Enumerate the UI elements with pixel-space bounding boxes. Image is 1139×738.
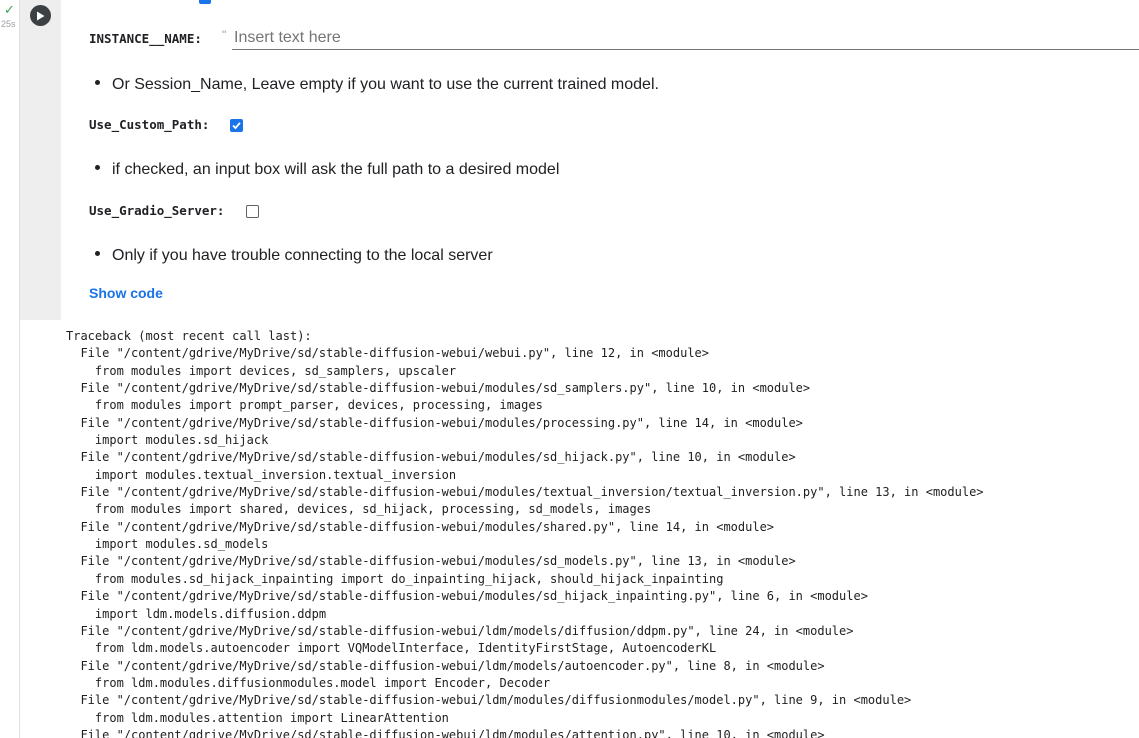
gradio-server-hint: Only if you have trouble connecting to t… xyxy=(95,247,493,265)
instance-name-hint: Or Session_Name, Leave empty if you want… xyxy=(95,76,659,94)
traceback-line: from ldm.modules.diffusionmodules.model … xyxy=(66,675,551,690)
cell-output: Traceback (most recent call last): File … xyxy=(66,328,1136,738)
traceback-line: File "/content/gdrive/MyDrive/sd/stable-… xyxy=(66,589,868,604)
traceback-line: import modules.sd_hijack xyxy=(66,433,269,448)
traceback-line: File "/content/gdrive/MyDrive/sd/stable-… xyxy=(66,415,803,430)
custom-path-hint: if checked, an input box will ask the fu… xyxy=(95,161,559,179)
check-icon: ✓ xyxy=(4,2,15,17)
traceback-line: Traceback (most recent call last): xyxy=(66,329,312,343)
use-custom-path-label: Use_Custom_Path: xyxy=(89,117,210,132)
traceback-line: import modules.textual_inversion.textual… xyxy=(66,467,457,482)
traceback-line: File "/content/gdrive/MyDrive/sd/stable-… xyxy=(66,485,984,500)
string-quote-mark: " xyxy=(222,28,227,42)
use-custom-path-checkbox[interactable] xyxy=(230,119,243,132)
run-cell-button[interactable] xyxy=(30,5,51,26)
cell-form: INSTANCE__NAME: " Or Session_Name, Leave… xyxy=(61,0,1139,320)
traceback-line: File "/content/gdrive/MyDrive/sd/stable-… xyxy=(66,693,912,708)
instance-name-input[interactable] xyxy=(232,27,1139,50)
checkmark-icon xyxy=(232,122,241,130)
traceback-line: import ldm.models.diffusion.ddpm xyxy=(66,606,327,621)
traceback-line: File "/content/gdrive/MyDrive/sd/stable-… xyxy=(66,346,709,361)
cell-run-area xyxy=(20,0,61,320)
traceback-line: File "/content/gdrive/MyDrive/sd/stable-… xyxy=(66,381,811,396)
play-icon xyxy=(37,11,45,20)
traceback-line: from modules import devices, sd_samplers… xyxy=(66,363,457,378)
traceback-line: File "/content/gdrive/MyDrive/sd/stable-… xyxy=(66,658,825,673)
use-gradio-server-checkbox[interactable] xyxy=(246,205,259,218)
show-code-link[interactable]: Show code xyxy=(89,285,163,301)
notebook-page: ✓ 25s INSTANCE__NAME: " Or Session_Name,… xyxy=(0,0,1139,738)
traceback-line: from modules import shared, devices, sd_… xyxy=(66,502,652,517)
instance-name-label: INSTANCE__NAME: xyxy=(89,31,202,46)
traceback-line: from modules.sd_hijack_inpainting import… xyxy=(66,571,724,586)
use-gradio-server-label: Use_Gradio_Server: xyxy=(89,203,225,218)
traceback-line: from ldm.modules.attention import Linear… xyxy=(66,710,449,725)
instance-name-field: " xyxy=(222,27,1139,51)
traceback-line: File "/content/gdrive/MyDrive/sd/stable-… xyxy=(66,554,796,569)
traceback-line: from ldm.models.autoencoder import VQMod… xyxy=(66,641,717,656)
traceback-line: File "/content/gdrive/MyDrive/sd/stable-… xyxy=(66,623,854,638)
previous-checkbox[interactable] xyxy=(199,0,211,4)
cell-gutter: ✓ 25s xyxy=(0,0,20,738)
traceback-line: from modules import prompt_parser, devic… xyxy=(66,398,543,413)
execution-time: 25s xyxy=(1,19,16,29)
traceback-line: import modules.sd_models xyxy=(66,537,269,552)
traceback-line: File "/content/gdrive/MyDrive/sd/stable-… xyxy=(66,519,775,534)
traceback-line: File "/content/gdrive/MyDrive/sd/stable-… xyxy=(66,727,825,738)
traceback-line: File "/content/gdrive/MyDrive/sd/stable-… xyxy=(66,450,796,465)
